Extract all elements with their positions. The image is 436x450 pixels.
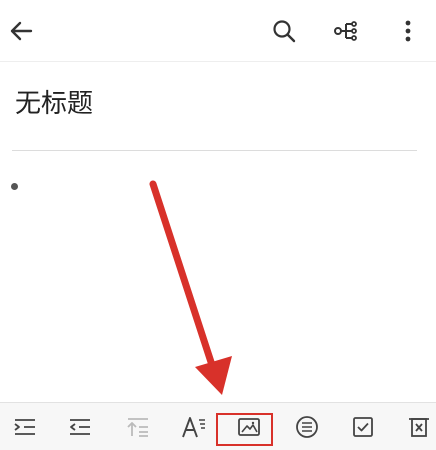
format-toolbar — [0, 402, 436, 450]
top-app-bar — [0, 0, 436, 62]
move-up-button[interactable] — [124, 413, 152, 441]
note-title[interactable]: 无标题 — [15, 86, 93, 122]
search-button[interactable] — [266, 13, 302, 49]
annotation-arrow — [149, 180, 232, 395]
more-options-button[interactable] — [390, 13, 426, 49]
text-style-button[interactable] — [180, 413, 208, 441]
bullet-point — [11, 183, 18, 190]
indent-button[interactable] — [11, 413, 39, 441]
search-icon — [273, 20, 296, 43]
delete-icon — [409, 418, 429, 437]
insert-image-button[interactable] — [235, 413, 263, 441]
mind-map-icon — [334, 21, 357, 41]
outdent-button[interactable] — [66, 413, 94, 441]
mind-map-button[interactable] — [328, 13, 364, 49]
checkbox-button[interactable] — [349, 413, 377, 441]
back-button[interactable] — [3, 13, 39, 49]
delete-button[interactable] — [405, 413, 433, 441]
more-vert-icon — [405, 20, 411, 42]
list-button[interactable] — [293, 413, 321, 441]
text-style-icon — [182, 417, 205, 438]
list-icon — [296, 416, 318, 438]
back-arrow-icon — [10, 21, 33, 41]
insert-image-icon — [238, 418, 260, 436]
note-body-editor[interactable] — [28, 172, 408, 202]
title-divider — [12, 150, 417, 151]
outdent-icon — [70, 419, 90, 435]
move-up-icon — [127, 418, 148, 437]
checkbox-icon — [353, 417, 373, 437]
indent-icon — [14, 419, 35, 435]
